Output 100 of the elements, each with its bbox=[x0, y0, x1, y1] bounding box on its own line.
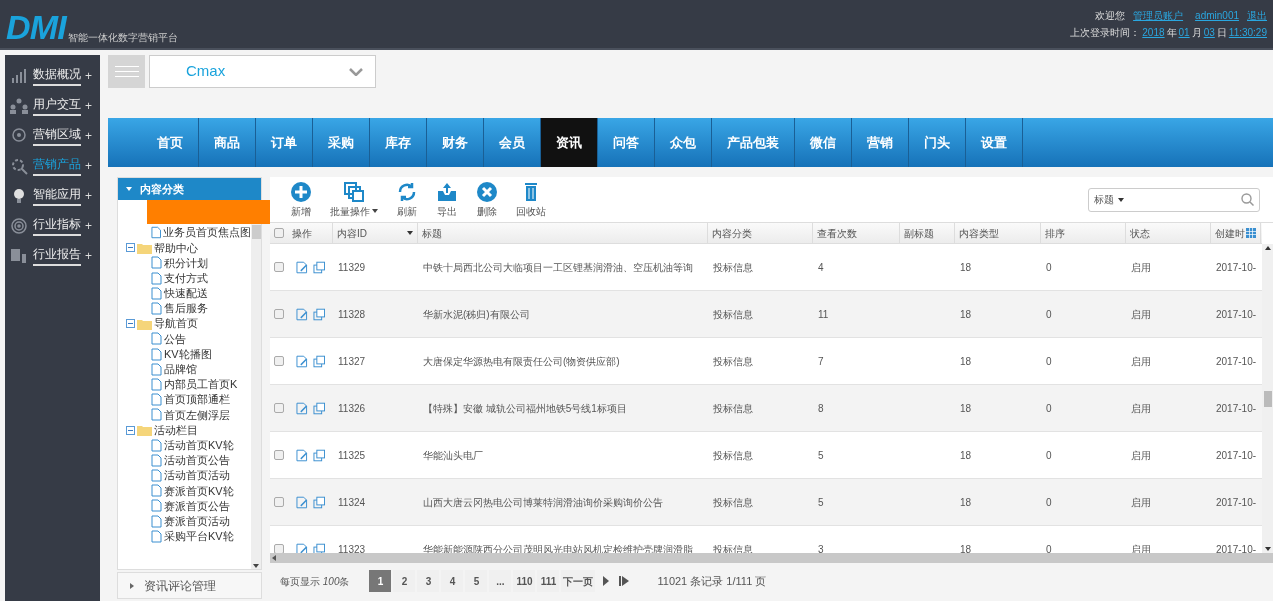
page-button[interactable]: 5 bbox=[465, 570, 488, 592]
column-header[interactable]: 排序 bbox=[1045, 225, 1065, 241]
expand-mark[interactable]: + bbox=[85, 96, 92, 115]
expand-mark[interactable]: + bbox=[85, 186, 92, 205]
tree-item[interactable]: 活动首页公告 bbox=[164, 452, 230, 469]
page-button[interactable]: 2 bbox=[393, 570, 416, 592]
column-header[interactable]: 内容分类 bbox=[712, 225, 752, 241]
page-button[interactable]: 4 bbox=[441, 570, 464, 592]
toolbar-button[interactable]: 导出 bbox=[436, 180, 458, 219]
expand-mark[interactable]: + bbox=[85, 126, 92, 145]
checkbox[interactable] bbox=[274, 309, 284, 319]
edit-icon[interactable] bbox=[296, 401, 309, 415]
open-window-icon[interactable] bbox=[312, 542, 325, 553]
accordion-header[interactable]: 资讯评论管理 bbox=[117, 572, 262, 599]
tree-item[interactable]: 赛派首页活动 bbox=[164, 512, 230, 530]
edit-icon[interactable] bbox=[296, 495, 309, 509]
tree-item[interactable]: 内部员工首页K bbox=[164, 376, 238, 393]
toolbar-button[interactable]: 回收站 bbox=[516, 180, 546, 219]
next-icon[interactable] bbox=[603, 576, 610, 586]
tree-item[interactable]: 支付方式 bbox=[164, 269, 208, 287]
expand-mark[interactable]: + bbox=[85, 66, 92, 85]
tree-item[interactable]: 公告 bbox=[164, 330, 186, 348]
nav-tab[interactable]: 设置 bbox=[966, 118, 1023, 167]
open-window-icon[interactable] bbox=[312, 307, 325, 321]
checkbox[interactable] bbox=[274, 450, 284, 460]
checkbox[interactable] bbox=[274, 228, 284, 238]
up-arrow-icon[interactable] bbox=[1264, 246, 1271, 250]
column-header[interactable]: 查看次数 bbox=[817, 225, 857, 241]
nav-tab[interactable]: 商品 bbox=[199, 118, 256, 167]
tree-item[interactable]: 业务员首页焦点图 bbox=[163, 224, 251, 241]
account-link[interactable]: 管理员账户 bbox=[1133, 8, 1184, 23]
left-arrow-icon[interactable] bbox=[272, 555, 276, 561]
tree-item[interactable]: 快速配送 bbox=[164, 285, 208, 302]
toolbar-button[interactable]: 批量操作 bbox=[330, 180, 378, 219]
tree-item[interactable]: 活动栏目 bbox=[154, 421, 198, 439]
edit-icon[interactable] bbox=[296, 260, 309, 274]
scrollbar-thumb[interactable] bbox=[1263, 390, 1272, 407]
page-button[interactable]: 111 bbox=[537, 570, 560, 592]
column-header[interactable]: 创建时 bbox=[1215, 225, 1245, 241]
username-link[interactable]: admin001 bbox=[1195, 8, 1239, 23]
page-button[interactable]: 1 bbox=[369, 570, 392, 592]
edit-icon[interactable] bbox=[296, 307, 309, 321]
side-menu-item[interactable]: 行业报告 bbox=[33, 245, 81, 266]
panel-header[interactable]: 内容分类 bbox=[118, 178, 261, 200]
scrollbar[interactable] bbox=[251, 224, 261, 569]
tree-item[interactable]: 积分计划 bbox=[164, 254, 208, 272]
tree-item[interactable]: 活动首页KV轮 bbox=[164, 436, 234, 454]
tree-item[interactable]: 品牌馆 bbox=[164, 361, 197, 378]
tree-item[interactable]: 售后服务 bbox=[164, 300, 208, 317]
nav-tab[interactable]: 财务 bbox=[427, 118, 484, 167]
side-menu-item[interactable]: 营销区域 bbox=[33, 125, 81, 146]
tree-item[interactable]: 首页左侧浮层 bbox=[164, 406, 230, 424]
tree-item[interactable]: 导航首页 bbox=[154, 315, 198, 332]
next-page-button[interactable]: 下一页 bbox=[561, 570, 596, 592]
checkbox[interactable] bbox=[274, 262, 284, 272]
open-window-icon[interactable] bbox=[312, 495, 325, 509]
nav-tab[interactable]: 问答 bbox=[598, 118, 655, 167]
collapse-icon[interactable] bbox=[126, 319, 135, 329]
nav-tab[interactable]: 营销 bbox=[852, 118, 909, 167]
nav-tab[interactable]: 库存 bbox=[370, 118, 427, 167]
toolbar-button[interactable]: 新增 bbox=[290, 180, 312, 219]
nav-tab[interactable]: 首页 bbox=[142, 118, 199, 167]
tree-item[interactable]: 采购平台KV轮 bbox=[164, 528, 234, 545]
scrollbar-thumb[interactable] bbox=[251, 225, 261, 239]
tree-item[interactable]: 赛派首页KV轮 bbox=[164, 482, 234, 500]
page-button[interactable]: 110 bbox=[513, 570, 536, 592]
checkbox[interactable] bbox=[274, 403, 284, 413]
column-header[interactable]: 操作 bbox=[292, 225, 312, 241]
expand-mark[interactable]: + bbox=[85, 216, 92, 235]
checkbox[interactable] bbox=[274, 497, 284, 507]
column-header[interactable]: 标题 bbox=[422, 225, 442, 241]
tree-item[interactable]: 帮助中心 bbox=[154, 239, 198, 257]
side-menu-item[interactable]: 营销产品 bbox=[33, 155, 81, 176]
open-window-icon[interactable] bbox=[312, 448, 325, 462]
open-window-icon[interactable] bbox=[312, 260, 325, 274]
side-menu-item[interactable]: 智能应用 bbox=[33, 185, 81, 206]
toolbar-button[interactable]: 刷新 bbox=[396, 180, 418, 219]
nav-tab[interactable]: 产品包装 bbox=[712, 118, 795, 167]
logout-link[interactable]: 退出 bbox=[1247, 8, 1267, 23]
nav-tab[interactable]: 众包 bbox=[655, 118, 712, 167]
collapse-icon[interactable] bbox=[126, 243, 135, 253]
side-menu-item[interactable]: 数据概况 bbox=[33, 65, 81, 86]
tree-item[interactable]: 活动首页活动 bbox=[164, 467, 230, 484]
nav-tab[interactable]: 采购 bbox=[313, 118, 370, 167]
page-button[interactable]: ... bbox=[489, 570, 512, 592]
open-window-icon[interactable] bbox=[312, 354, 325, 368]
side-menu-item[interactable]: 行业指标 bbox=[33, 215, 81, 236]
toolbar-button[interactable]: 删除 bbox=[476, 180, 498, 219]
tree-item[interactable]: 赛派首页公告 bbox=[164, 497, 230, 515]
last-page-icon[interactable] bbox=[619, 576, 630, 586]
page-button[interactable]: 3 bbox=[417, 570, 440, 592]
expand-mark[interactable]: + bbox=[85, 246, 92, 265]
side-menu-item[interactable]: 用户交互 bbox=[33, 95, 81, 116]
tree-item[interactable]: KV轮播图 bbox=[164, 345, 212, 363]
open-window-icon[interactable] bbox=[312, 401, 325, 415]
checkbox[interactable] bbox=[274, 544, 284, 553]
edit-icon[interactable] bbox=[296, 542, 309, 553]
vertical-scrollbar[interactable] bbox=[1262, 244, 1273, 553]
search-field[interactable]: 标题 bbox=[1088, 187, 1260, 212]
tree-item[interactable]: 首页顶部通栏 bbox=[164, 391, 230, 408]
